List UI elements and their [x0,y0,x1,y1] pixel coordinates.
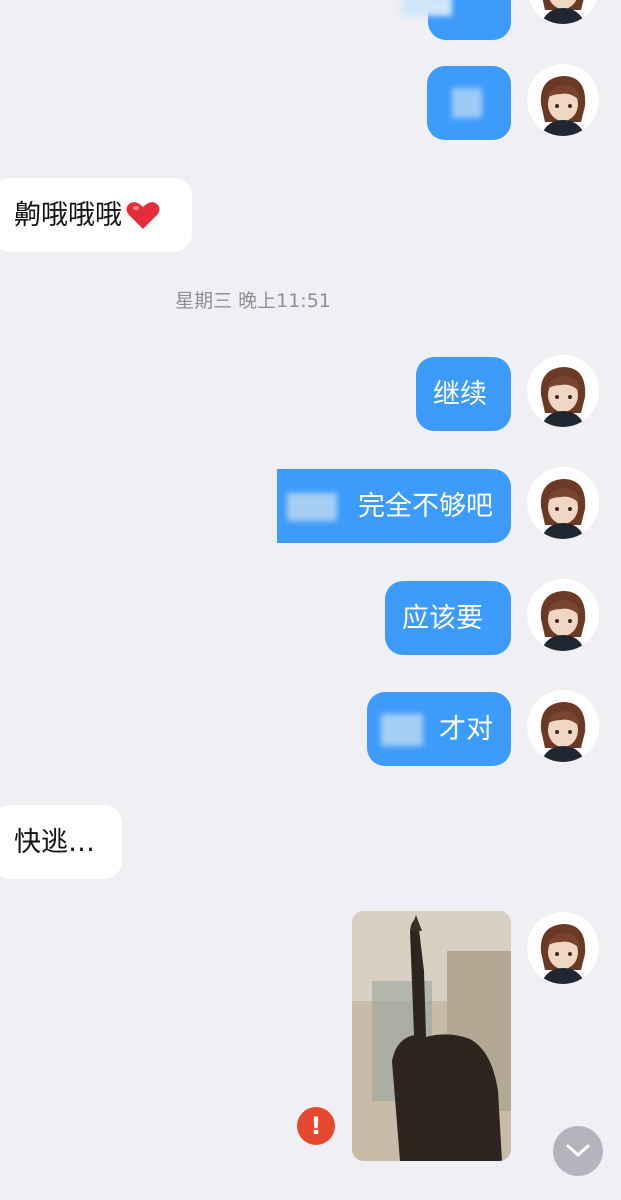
incoming-message-bubble[interactable]: 快逃… [0,805,122,879]
outgoing-message-bubble[interactable]: 完全不够吧 [277,469,511,543]
outgoing-message-bubble[interactable]: 应该要 [385,581,511,655]
message-text: 继续 [433,378,487,410]
censor-blur [402,0,452,16]
scroll-to-bottom-button[interactable] [553,1126,603,1176]
censor-blur [381,714,423,746]
error-icon[interactable]: ! [297,1107,335,1145]
message-text: 快逃… [14,826,95,858]
heart-icon [126,200,160,230]
avatar[interactable] [527,0,599,24]
outgoing-message-bubble[interactable]: 才对 [367,692,511,766]
incoming-message-bubble[interactable]: 齁哦哦哦 [0,178,192,252]
message-timestamp: 星期三 晚上11:51 [175,290,331,312]
avatar[interactable] [527,467,599,539]
censor-blur [287,493,337,521]
message-text: 才对 [439,713,493,745]
chevron-down-icon [566,1144,590,1157]
avatar[interactable] [527,355,599,427]
avatar[interactable] [527,64,599,136]
message-text: 完全不够吧 [358,490,493,522]
message-text: 应该要 [402,602,483,634]
image-message[interactable] [352,911,511,1161]
avatar[interactable] [527,690,599,762]
outgoing-message-bubble-censored[interactable] [427,66,511,140]
censor-blur [452,88,482,118]
avatar[interactable] [527,912,599,984]
outgoing-message-bubble[interactable]: 继续 [416,357,511,431]
avatar[interactable] [527,579,599,651]
message-text: 齁哦哦哦 [14,199,122,231]
